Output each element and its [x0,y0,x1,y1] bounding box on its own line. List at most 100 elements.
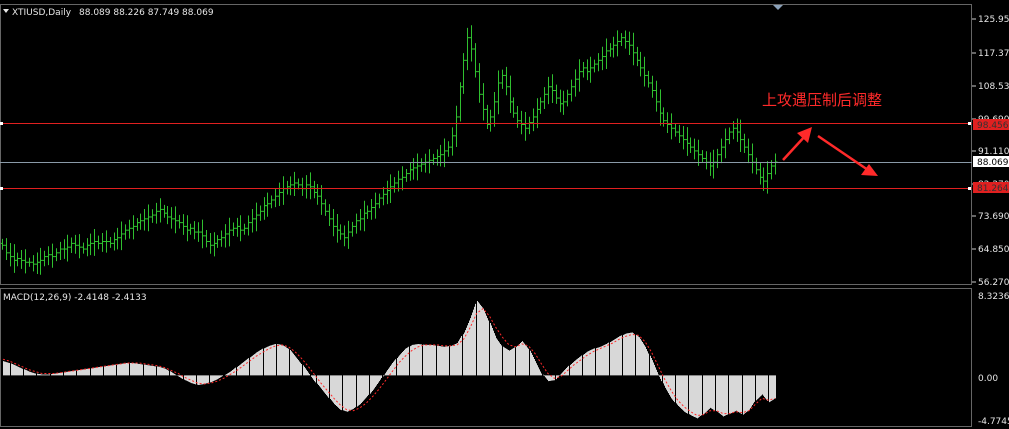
price-candle [727,127,732,145]
support-line-handle[interactable] [0,187,3,190]
price-candle [258,205,263,221]
price-candle [204,229,209,248]
price-candle [558,89,563,113]
price-candle [735,118,740,142]
price-candle [658,89,663,126]
chart-shift-marker-icon[interactable] [773,5,783,10]
price-tick: 56.270 [978,278,1009,288]
macd-series [2,300,776,419]
price-candle [600,46,605,71]
price-candle [327,204,332,227]
price-candle [619,33,624,46]
price-candle [115,227,120,250]
price-candle [31,255,36,272]
price-candle [611,36,616,58]
price-candle [188,223,193,235]
price-candle [427,149,432,174]
price-candle [177,214,182,229]
price-candle [85,238,90,257]
price-candle [308,172,313,200]
price-candle [515,105,520,128]
price-candle [219,230,224,247]
price-candle [742,133,747,153]
price-candle [254,202,259,232]
price-candle [231,222,236,237]
price-candle [500,69,505,89]
price-candle [54,248,59,262]
price-candle [242,223,247,235]
annotation-arrows [782,127,878,176]
price-candle [423,153,428,173]
price-candle [223,224,228,248]
price-candle [631,32,636,66]
price-candle [285,180,290,195]
price-candle [438,144,443,167]
price-candle [381,187,386,206]
price-candle [385,180,390,205]
price-candle [431,153,436,165]
price-axis: 125.950 117.370 108.530 99.690 91.110 82… [972,15,1009,288]
price-candle [135,218,140,231]
price-candle [458,82,463,122]
price-candle [346,220,351,249]
current-price-value: 88.069 [977,158,1009,168]
price-candle [8,243,13,267]
price-candle [550,74,555,103]
price-candle [88,233,93,256]
price-candle [104,230,109,253]
price-candle [615,30,620,57]
price-candle [112,232,117,251]
price-candle [65,234,70,262]
trading-chart[interactable]: XTIUSD,Daily 88.089 88.226 87.749 88.069… [0,0,1009,429]
price-candle [704,151,709,170]
price-candle [150,209,155,223]
price-candle [492,92,497,127]
price-candle [711,149,716,179]
resistance-line-handle[interactable] [968,122,971,125]
price-candle [688,137,693,153]
macd-signal-line [2,307,776,417]
price-candle [585,59,590,81]
price-candle [588,56,593,83]
price-panel-frame [0,4,972,285]
support-line-handle[interactable] [968,187,971,190]
price-candle [673,123,678,137]
price-candle [300,177,305,196]
resistance-line-handle[interactable] [0,122,3,125]
price-candle [273,189,278,208]
price-candle [19,249,24,269]
price-candle [342,225,347,247]
price-candle [77,234,82,259]
price-candle [746,138,751,164]
price-candle [127,219,132,239]
symbol-label: XTIUSD,Daily [12,8,72,18]
price-candle [696,139,701,166]
price-candle [669,113,674,140]
price-candle [142,209,147,231]
price-candle [358,209,363,231]
price-candle [592,59,597,73]
price-candle [331,209,336,237]
price-candle [335,213,340,243]
price-candle [538,97,543,114]
price-candle [519,110,524,135]
price-candle [123,224,128,240]
price-candle [465,27,470,71]
horizontal-levels [0,122,972,190]
price-candle [692,138,697,160]
price-candle [419,158,424,172]
price-candle [488,109,493,132]
price-candle [131,215,136,240]
level-tags: 98.456 88.069 81.264 [973,119,1009,194]
symbol-dropdown-icon[interactable] [3,9,9,13]
price-candle [604,38,609,70]
price-candle [362,200,367,232]
price-candle [511,97,516,118]
price-candle [485,104,490,130]
price-candle [138,213,143,230]
price-candle [73,234,78,254]
price-candle [0,238,5,250]
price-candle [627,31,632,56]
ohlc-label: 88.089 88.226 87.749 88.069 [79,8,214,18]
macd-tick: 8.3236 [978,292,1009,302]
